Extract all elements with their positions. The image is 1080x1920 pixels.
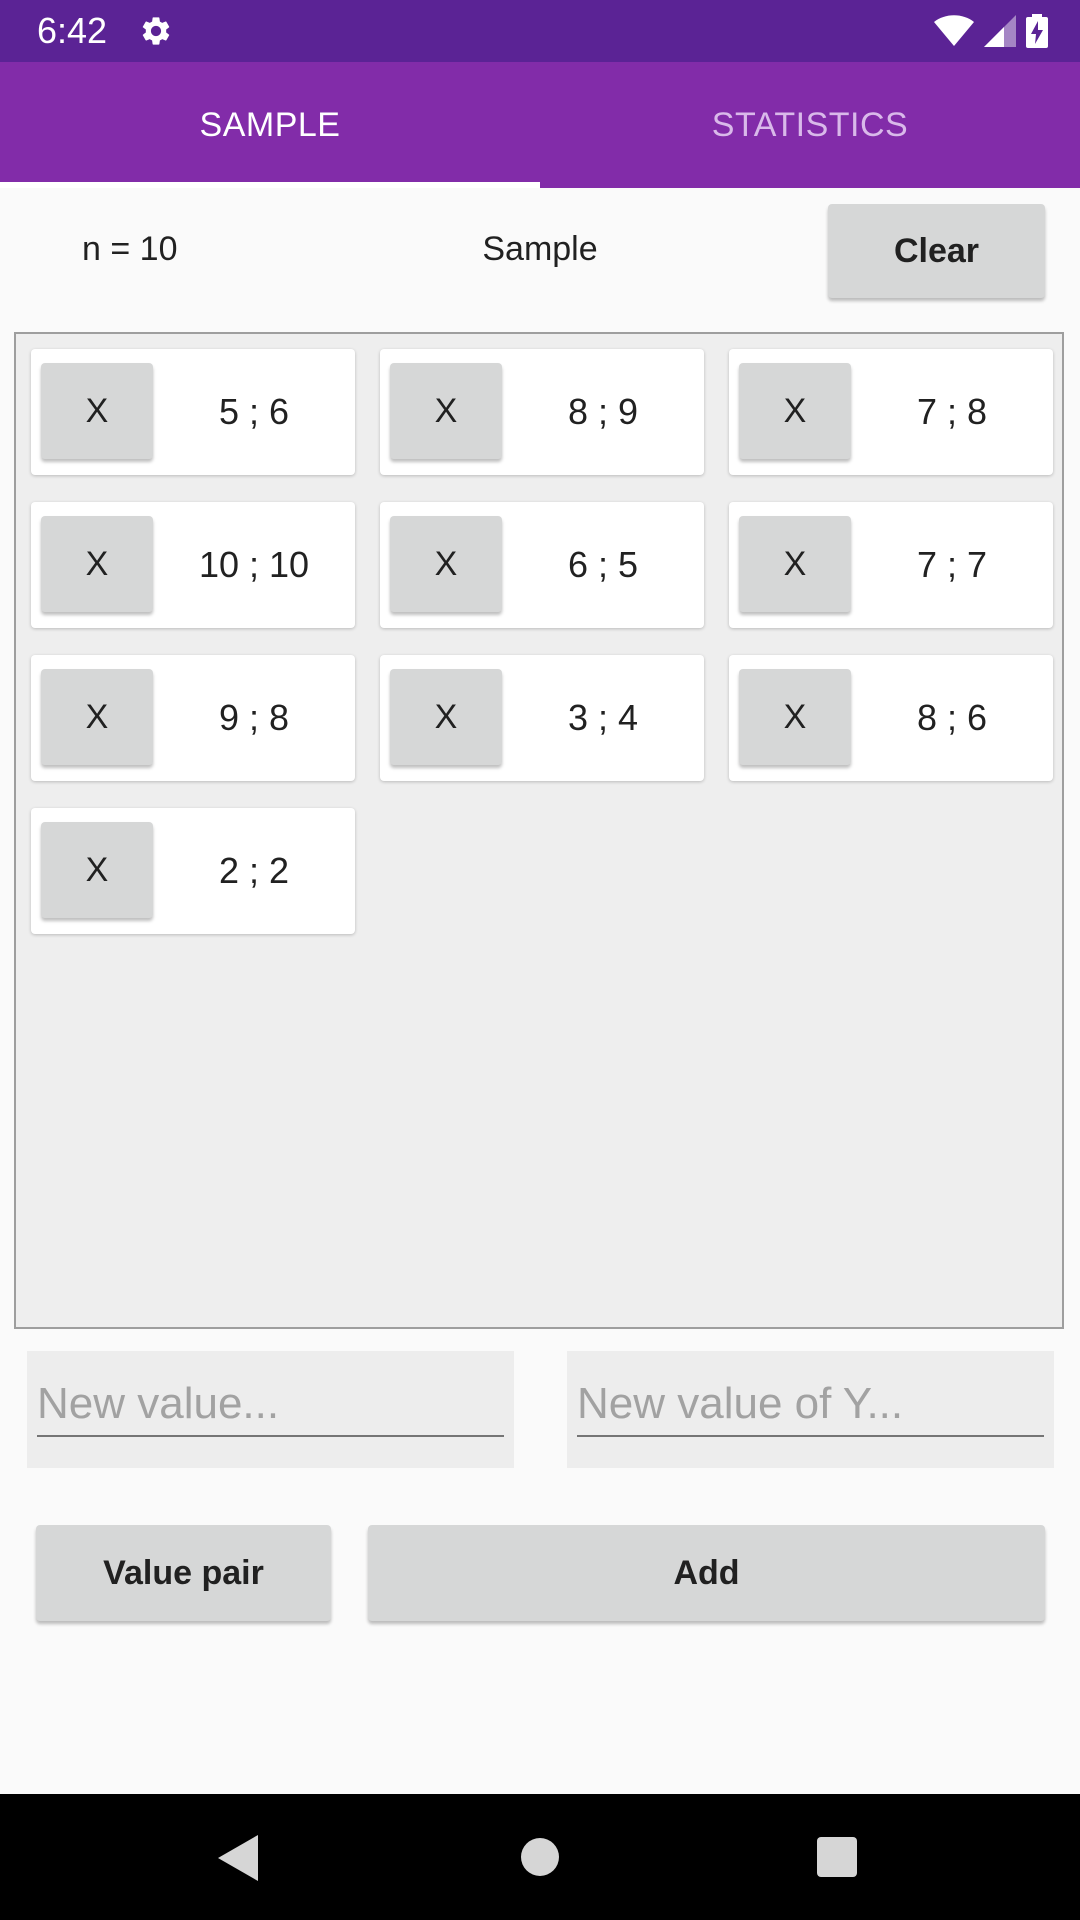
sample-value: 7 ; 7 <box>916 544 988 585</box>
y-value-input[interactable] <box>577 1373 1044 1437</box>
cellular-signal-icon <box>984 15 1016 47</box>
battery-charging-icon <box>1026 14 1048 48</box>
sample-item: X 10 ; 10 <box>31 502 355 628</box>
remove-sample-button[interactable]: X <box>739 516 851 612</box>
home-icon[interactable] <box>521 1838 559 1876</box>
sample-value: 5 ; 6 <box>218 391 290 432</box>
remove-sample-button[interactable]: X <box>41 516 153 612</box>
sample-item: X 7 ; 7 <box>729 502 1053 628</box>
selected-tab-indicator <box>0 182 540 188</box>
settings-gear-icon <box>142 17 170 45</box>
page-title: Sample <box>482 230 598 268</box>
add-button[interactable]: Add <box>368 1525 1045 1621</box>
sample-value: 3 ; 4 <box>567 697 639 738</box>
status-icons <box>934 14 1048 48</box>
tab-bar: SAMPLE STATISTICS <box>0 62 1080 188</box>
wifi-icon <box>934 15 974 46</box>
sample-item: X 3 ; 4 <box>380 655 704 781</box>
status-bar: 6:42 <box>0 0 1080 62</box>
remove-sample-button[interactable]: X <box>739 669 851 765</box>
sample-grid: X 5 ; 6 X 8 ; 9 X 7 ; 8 X 10 ; 10 X 6 ; … <box>14 332 1064 1329</box>
sample-value: 6 ; 5 <box>567 544 639 585</box>
tab-sample-label: SAMPLE <box>199 105 341 144</box>
sample-item: X 5 ; 6 <box>31 349 355 475</box>
remove-sample-button[interactable]: X <box>390 669 502 765</box>
remove-sample-button[interactable]: X <box>390 363 502 459</box>
remove-sample-button[interactable]: X <box>41 669 153 765</box>
sample-item: X 9 ; 8 <box>31 655 355 781</box>
remove-sample-button[interactable]: X <box>739 363 851 459</box>
sample-item: X 6 ; 5 <box>380 502 704 628</box>
remove-sample-button[interactable]: X <box>41 363 153 459</box>
y-value-field-container <box>567 1351 1054 1468</box>
x-value-input[interactable] <box>37 1373 504 1437</box>
sample-item: X 8 ; 9 <box>380 349 704 475</box>
tab-statistics[interactable]: STATISTICS <box>540 62 1080 188</box>
sample-value: 7 ; 8 <box>916 391 988 432</box>
sample-value: 2 ; 2 <box>218 850 290 891</box>
value-pair-button[interactable]: Value pair <box>36 1525 331 1621</box>
sample-item: X 7 ; 8 <box>729 349 1053 475</box>
sample-item: X 2 ; 2 <box>31 808 355 934</box>
sample-count: n = 10 <box>82 230 178 268</box>
recents-icon[interactable] <box>817 1837 857 1877</box>
status-time: 6:42 <box>37 10 108 51</box>
sample-item: X 8 ; 6 <box>729 655 1053 781</box>
tab-statistics-label: STATISTICS <box>711 105 909 144</box>
back-icon[interactable] <box>218 1835 258 1881</box>
remove-sample-button[interactable]: X <box>41 822 153 918</box>
sample-value: 9 ; 8 <box>218 697 290 738</box>
sample-value: 8 ; 9 <box>567 391 639 432</box>
remove-sample-button[interactable]: X <box>390 516 502 612</box>
clear-button[interactable]: Clear <box>828 204 1045 298</box>
sample-value: 10 ; 10 <box>198 544 310 585</box>
x-value-field-container <box>27 1351 514 1468</box>
sample-value: 8 ; 6 <box>916 697 988 738</box>
tab-sample[interactable]: SAMPLE <box>0 62 540 188</box>
